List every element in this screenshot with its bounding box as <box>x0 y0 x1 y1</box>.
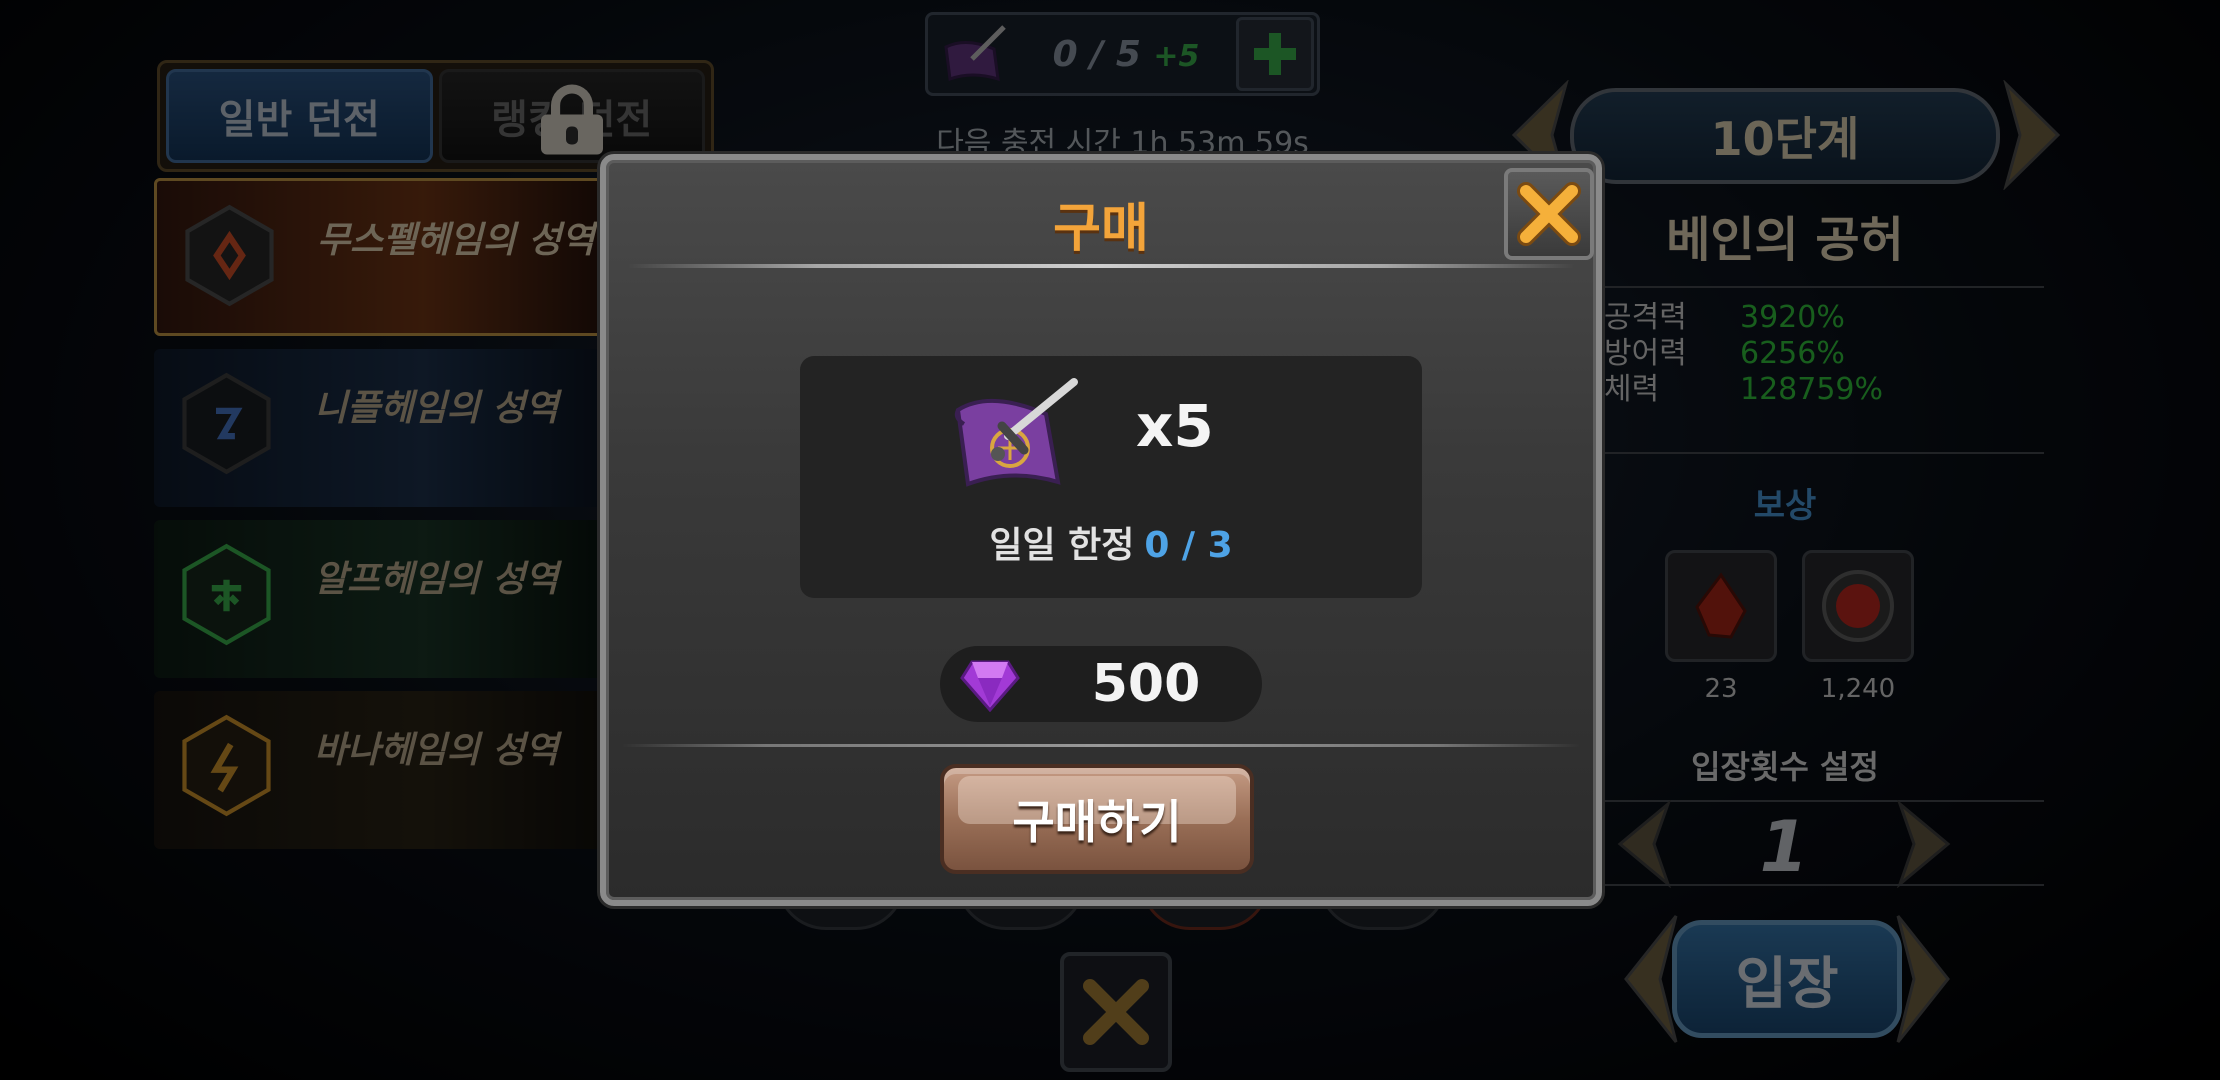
stage-selector: 10단계 <box>1570 88 2000 184</box>
sanctum-name: 알프헤임의 성역 <box>314 559 559 600</box>
daily-limit-count: 0 / 3 <box>1144 525 1233 566</box>
enter-right-ornament-icon <box>1896 915 1950 1043</box>
enter-button[interactable]: 입장 <box>1672 920 1902 1038</box>
tab-normal-dungeon-label: 일반 던전 <box>218 97 380 143</box>
item-quantity: x5 <box>1136 392 1214 460</box>
daily-limit-label: 일일 한정 <box>989 525 1135 566</box>
tab-ranking-dungeon[interactable]: 랭킹 던전 <box>438 69 705 163</box>
purchase-button-label: 구매하기 <box>1012 795 1182 849</box>
divider <box>1604 884 2044 886</box>
entry-count-label: 입장횟수 설정 <box>1691 748 1879 786</box>
ticket-count: 0 / 5 +5 <box>1052 33 1200 75</box>
ice-rune-icon <box>174 371 279 476</box>
sanctum-name: 무스펠헤임의 성역 <box>317 220 595 261</box>
entry-increase-arrow-icon[interactable] <box>1896 800 1954 888</box>
daily-limit: 일일 한정 0 / 3 <box>800 516 1422 568</box>
boss-name: 베인의 공허 <box>1666 212 1904 268</box>
divider <box>622 744 1580 747</box>
price-value: 500 <box>1091 654 1201 714</box>
ticket-counter: 0 / 5 +5 <box>925 12 1320 96</box>
sanctum-name: 바나헤임의 성역 <box>314 730 559 771</box>
red-orb-icon <box>1822 570 1894 642</box>
divider <box>1604 286 2044 288</box>
divider <box>628 264 1574 268</box>
dialog-title: 구매 <box>1053 199 1149 259</box>
plus-icon <box>1254 33 1296 75</box>
stat-health: 체력 128759% <box>1604 372 1884 407</box>
fire-rune-icon <box>177 203 282 308</box>
item-info-box: x5 일일 한정 0 / 3 <box>800 356 1422 598</box>
reward-title: 보상 <box>1753 486 1817 526</box>
ticket-bonus: +5 <box>1153 38 1200 74</box>
nature-rune-icon <box>174 542 279 647</box>
background-close-button[interactable] <box>1060 952 1172 1072</box>
stage-next-arrow-icon[interactable] <box>2002 80 2064 190</box>
purchase-dialog: 구매 x5 일일 한정 0 / 3 500 구매하기 <box>600 154 1602 906</box>
reward-slot[interactable] <box>1802 550 1914 662</box>
divider <box>1604 452 2044 454</box>
sanctum-item-muspelheim[interactable]: 무스펠헤임의 성역 <box>154 178 604 336</box>
reward-count: 1,240 <box>1820 674 1896 704</box>
close-button[interactable] <box>1504 168 1594 260</box>
sanctum-item-alfheim[interactable]: 알프헤임의 성역 <box>154 520 604 678</box>
sanctum-list: 무스펠헤임의 성역 니플헤임의 성역 알프헤임의 성역 바나헤임의 성역 <box>154 178 604 862</box>
ticket-scroll-icon <box>944 25 1006 82</box>
enter-button-label: 입장 <box>1735 951 1839 1017</box>
sanctum-item-niflheim[interactable]: 니플헤임의 성역 <box>154 349 604 507</box>
sanctum-item-vanaheim[interactable]: 바나헤임의 성역 <box>154 691 604 849</box>
add-ticket-button[interactable] <box>1236 17 1314 91</box>
stage-label: 10단계 <box>1710 112 1860 166</box>
red-shard-icon <box>1695 572 1747 639</box>
price-display: 500 <box>940 646 1262 722</box>
close-icon <box>1083 979 1149 1045</box>
purple-gem-icon <box>960 660 1020 712</box>
lock-icon <box>539 84 605 155</box>
reward-count: 23 <box>1704 674 1738 704</box>
enter-left-ornament-icon <box>1624 915 1678 1043</box>
tab-normal-dungeon[interactable]: 일반 던전 <box>166 69 433 163</box>
sanctum-name: 니플헤임의 성역 <box>314 388 559 429</box>
close-icon <box>1517 182 1581 246</box>
ticket-scroll-icon <box>954 378 1078 487</box>
lightning-rune-icon <box>174 713 279 818</box>
reward-slot[interactable] <box>1665 550 1777 662</box>
entry-count-stepper: 1 <box>1614 800 1954 888</box>
purchase-button[interactable]: 구매하기 <box>940 764 1254 874</box>
